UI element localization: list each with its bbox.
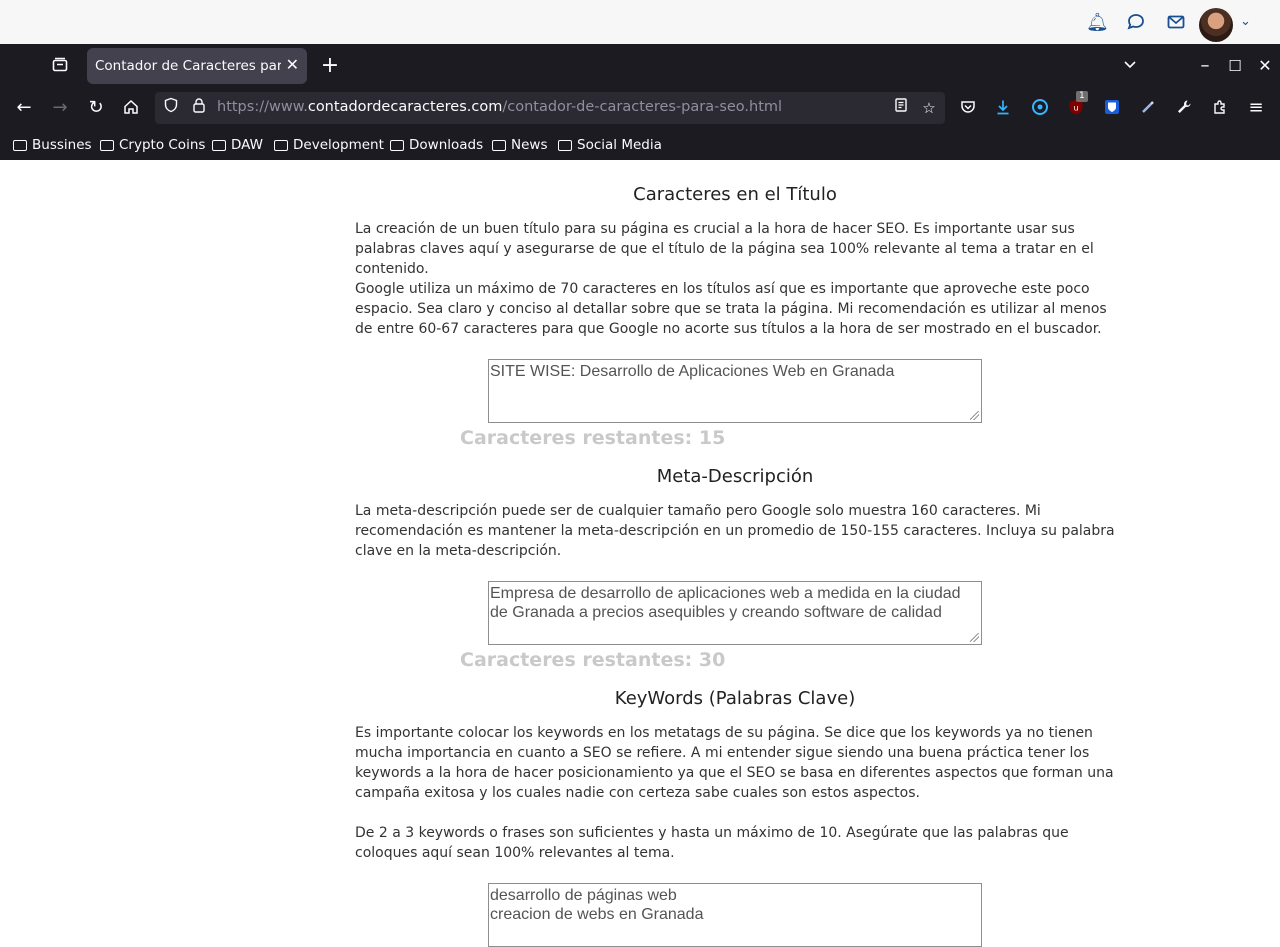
section-meta-paragraph: La meta-descripción puede ser de cualqui… [355, 503, 1115, 559]
bookmark-label: Social Media [577, 137, 662, 153]
meta-description-textarea-value: Empresa de desarrollo de aplicaciones we… [490, 585, 965, 621]
chevron-down-icon[interactable]: ⌄ [1240, 14, 1251, 29]
bell-icon[interactable]: 🔔︎ [1086, 12, 1109, 34]
back-icon[interactable]: ← [12, 98, 36, 118]
url-prefix: https://www. [217, 99, 308, 115]
folder-icon [212, 139, 226, 151]
shield-icon[interactable] [159, 97, 183, 119]
hamburger-menu-icon[interactable]: ≡ [1244, 98, 1268, 118]
section-meta-heading: Meta-Descripción [656, 466, 814, 487]
bookmark-label: DAW [231, 137, 264, 153]
bookmark-folder-downloads[interactable]: Downloads [390, 135, 483, 155]
bitwarden-icon[interactable] [1100, 98, 1124, 118]
pocket-icon[interactable] [956, 98, 980, 118]
bookmark-folder-social-media[interactable]: Social Media [558, 135, 662, 155]
meta-description-textarea[interactable]: Empresa de desarrollo de aplicaciones we… [488, 581, 982, 645]
folder-icon [558, 139, 572, 151]
bookmark-label: Downloads [409, 137, 484, 153]
bookmark-label: Bussines [32, 137, 92, 153]
system-top-bar: 🔔︎ ⌄ [0, 0, 1280, 44]
navigation-bar: ← → ↻ https://www.contadordecaracteres.c… [0, 88, 1280, 128]
url-text[interactable]: https://www.contadordecaracteres.com/con… [217, 99, 782, 115]
maximize-icon[interactable]: ☐ [1223, 56, 1247, 76]
reload-icon[interactable]: ↻ [84, 98, 108, 118]
folder-icon [274, 139, 288, 151]
bookmark-folder-daw[interactable]: DAW [212, 135, 263, 155]
mail-icon[interactable] [1165, 12, 1187, 34]
reader-view-icon[interactable] [889, 97, 913, 119]
bookmark-label: Development [293, 137, 384, 153]
bookmark-folder-news[interactable]: News [492, 135, 547, 155]
folder-icon [13, 139, 27, 151]
chat-icon[interactable] [1125, 12, 1147, 34]
downloads-icon[interactable] [991, 98, 1015, 118]
folder-icon [390, 139, 404, 151]
bookmark-folder-development[interactable]: Development [274, 135, 384, 155]
resize-grip-icon[interactable] [970, 411, 979, 420]
tab-strip: Contador de Caracteres para SEO ✕ + – ☐ … [0, 44, 1280, 88]
section-title-paragraph-2: Google utiliza un máximo de 70 caractere… [355, 281, 1107, 337]
section-keywords-paragraph-1: Es importante colocar los keywords en lo… [355, 725, 1114, 801]
bookmarks-toolbar: Bussines Crypto Coins DAW Development Do… [0, 128, 1280, 160]
browser-chrome: Contador de Caracteres para SEO ✕ + – ☐ … [0, 44, 1280, 160]
bookmark-label: News [511, 137, 548, 153]
tab-overview-icon[interactable] [48, 56, 72, 76]
wrench-icon[interactable] [1172, 98, 1196, 118]
keywords-textarea[interactable]: desarrollo de páginas web creacion de we… [488, 883, 982, 947]
color-picker-icon[interactable] [1136, 98, 1160, 118]
folder-icon [492, 139, 506, 151]
title-textarea[interactable]: SITE WISE: Desarrollo de Aplicaciones We… [488, 359, 982, 423]
close-window-icon[interactable]: ✕ [1253, 56, 1277, 76]
tab-active[interactable]: Contador de Caracteres para SEO ✕ [87, 48, 307, 84]
tab-close-icon[interactable]: ✕ [286, 55, 299, 74]
tab-list-chevron-icon[interactable] [1118, 56, 1142, 76]
extensions-puzzle-icon[interactable] [1208, 98, 1232, 118]
tab-title: Contador de Caracteres para SEO [95, 58, 281, 74]
keywords-textarea-value: desarrollo de páginas web creacion de we… [490, 887, 704, 923]
ublock-origin-icon[interactable]: u 1 [1064, 91, 1088, 118]
forward-icon[interactable]: → [48, 98, 72, 118]
url-bar[interactable]: https://www.contadordecaracteres.com/con… [155, 92, 945, 124]
home-icon[interactable] [119, 98, 143, 118]
svg-text:u: u [1073, 104, 1078, 113]
section-keywords-heading: KeyWords (Palabras Clave) [614, 688, 856, 709]
resize-grip-icon[interactable] [970, 633, 979, 642]
new-tab-button[interactable]: + [318, 55, 342, 77]
user-avatar[interactable] [1199, 8, 1233, 42]
extension-circle-icon[interactable] [1028, 98, 1052, 118]
folder-icon [100, 139, 114, 151]
meta-remaining-counter: Caracteres restantes: 30 [460, 649, 726, 671]
title-textarea-value: SITE WISE: Desarrollo de Aplicaciones We… [490, 363, 895, 380]
url-path: /contador-de-caracteres-para-seo.html [502, 99, 783, 115]
bookmark-label: Crypto Coins [119, 137, 206, 153]
minimize-icon[interactable]: – [1193, 56, 1217, 76]
bookmark-star-icon[interactable]: ☆ [917, 97, 941, 119]
bookmark-folder-crypto-coins[interactable]: Crypto Coins [100, 135, 205, 155]
section-keywords-paragraph-2: De 2 a 3 keywords o frases son suficient… [355, 825, 1069, 861]
page-content: Caracteres en el Título La creación de u… [0, 160, 1280, 947]
bookmark-folder-bussines[interactable]: Bussines [13, 135, 92, 155]
extension-badge: 1 [1076, 91, 1088, 102]
section-title-heading: Caracteres en el Título [633, 184, 837, 205]
section-title-paragraph-1: La creación de un buen título para su pá… [355, 221, 1094, 277]
title-remaining-counter: Caracteres restantes: 15 [460, 427, 726, 449]
lock-icon[interactable] [187, 97, 211, 119]
url-domain: contadordecaracteres.com [307, 99, 503, 115]
